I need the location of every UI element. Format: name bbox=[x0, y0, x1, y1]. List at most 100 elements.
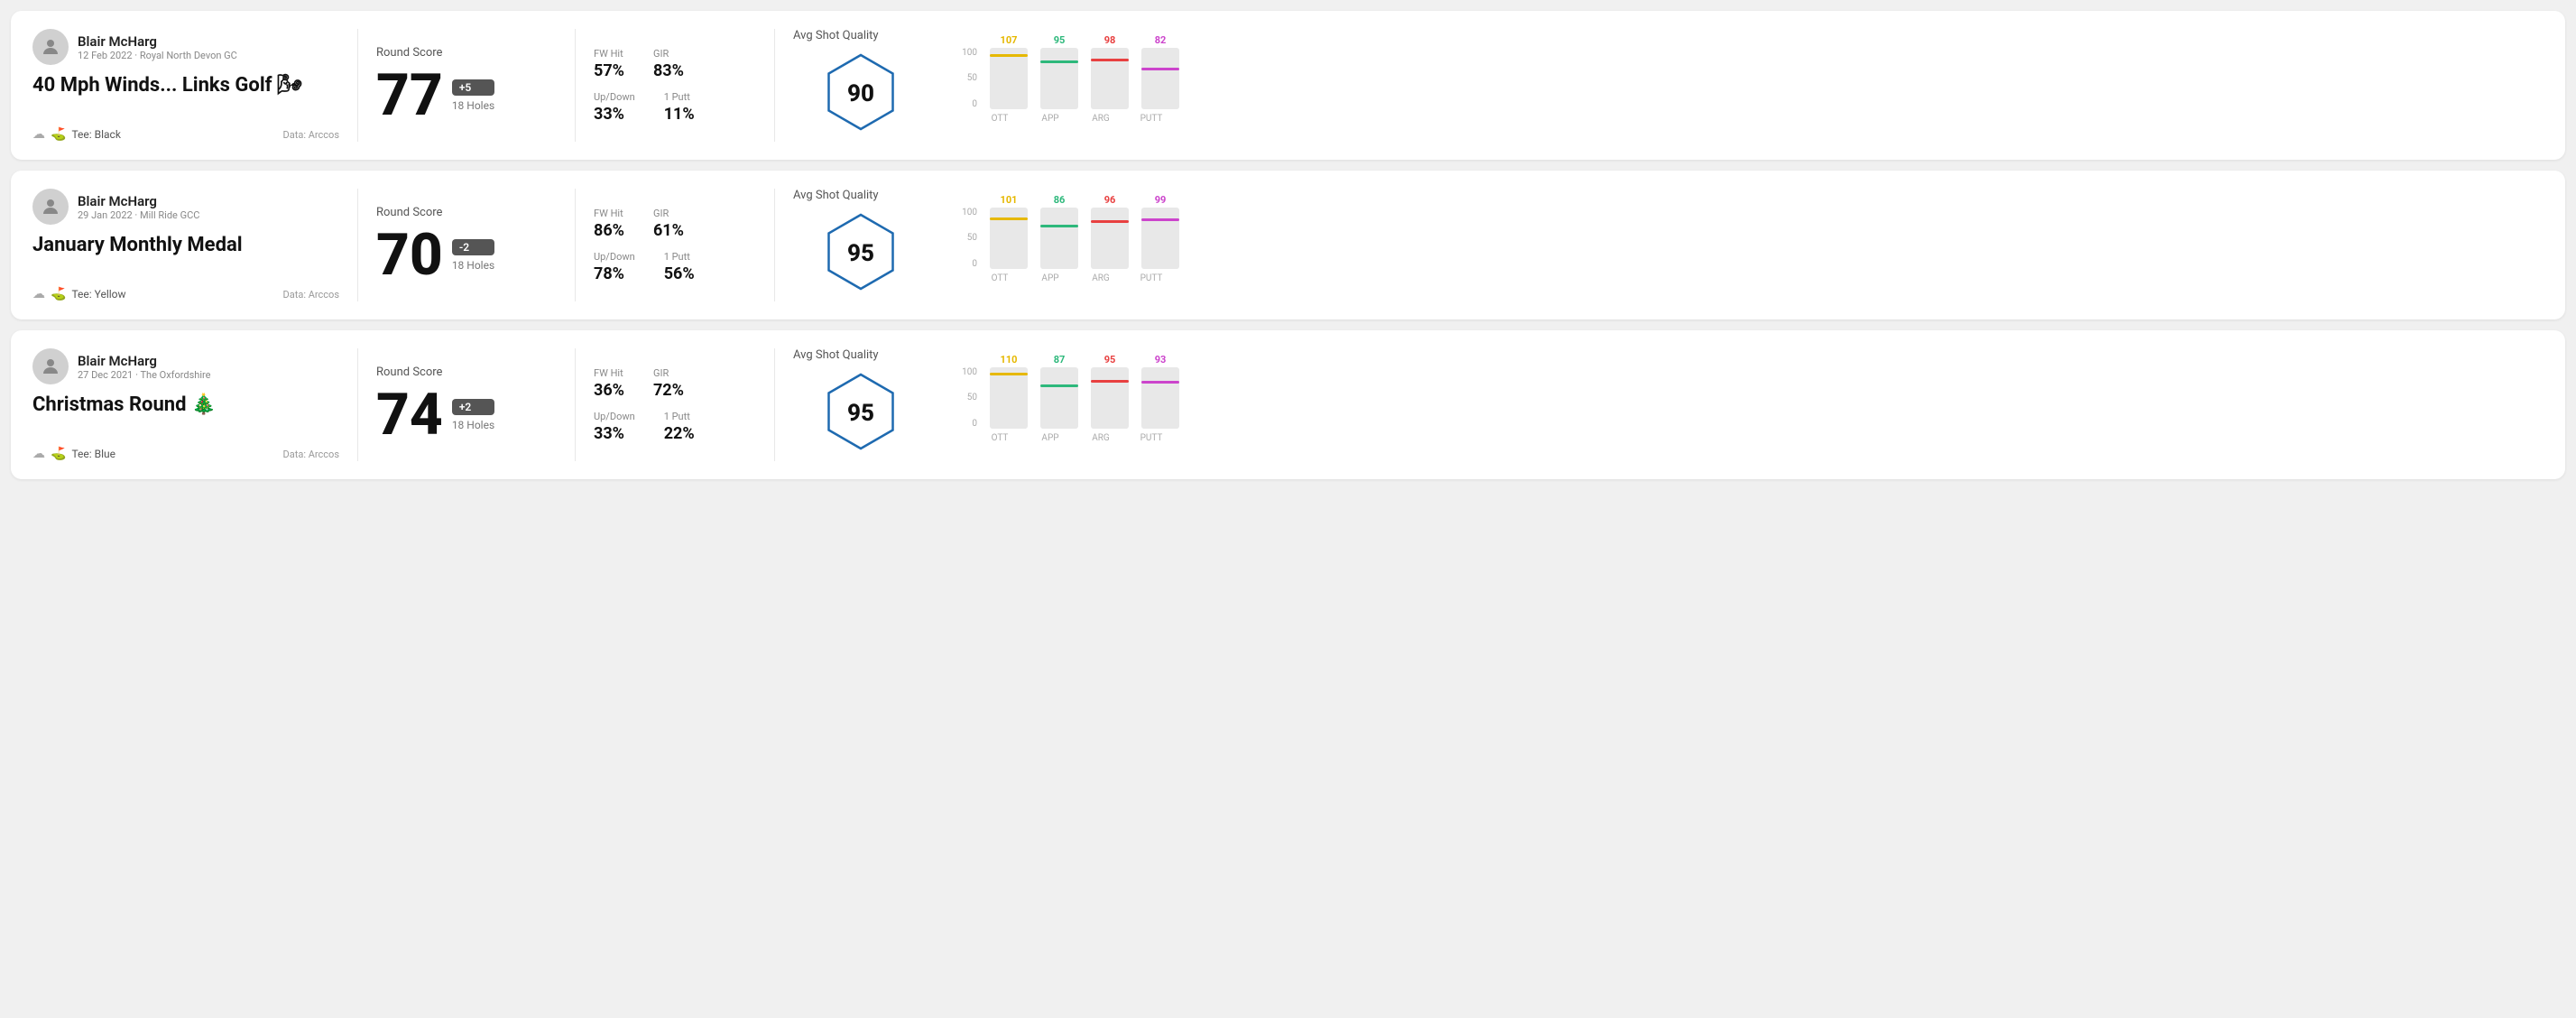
card-left-round3: Blair McHarg 27 Dec 2021 · The Oxfordshi… bbox=[32, 348, 339, 461]
svg-text:95: 95 bbox=[847, 240, 874, 267]
user-info: Blair McHarg 29 Jan 2022 · Mill Ride GCC bbox=[32, 189, 339, 225]
fw-hit-stat: FW Hit 86% bbox=[594, 208, 624, 240]
score-holes: 18 Holes bbox=[452, 419, 494, 431]
stats-row-top: FW Hit 86% GIR 61% bbox=[594, 208, 756, 240]
tee-label: Tee: Blue bbox=[71, 448, 115, 460]
data-source: Data: Arccos bbox=[283, 449, 339, 460]
score-section: Round Score 77 +5 18 Holes bbox=[376, 29, 557, 142]
updown-value: 78% bbox=[594, 264, 635, 283]
score-holes: 18 Holes bbox=[452, 99, 494, 112]
hexagon-container: 95 bbox=[820, 211, 910, 301]
hexagon-container: 90 bbox=[820, 51, 910, 142]
score-badge: -2 bbox=[452, 239, 494, 255]
round-title: Christmas Round 🎄 bbox=[32, 393, 339, 416]
updown-stat: Up/Down 33% bbox=[594, 91, 635, 124]
score-detail: +5 18 Holes bbox=[452, 79, 494, 112]
updown-label: Up/Down bbox=[594, 251, 635, 263]
score-row: 77 +5 18 Holes bbox=[376, 67, 557, 125]
fw-hit-stat: FW Hit 57% bbox=[594, 48, 624, 80]
score-row: 70 -2 18 Holes bbox=[376, 227, 557, 284]
user-meta: 12 Feb 2022 · Royal North Devon GC bbox=[78, 50, 237, 61]
gir-label: GIR bbox=[653, 208, 684, 219]
score-badge: +5 bbox=[452, 79, 494, 96]
stats-section: FW Hit 57% GIR 83% Up/Down 33% 1 Putt 11… bbox=[594, 29, 756, 142]
quality-section: Avg Shot Quality 95 bbox=[793, 348, 937, 461]
bag-icon: ⛳ bbox=[51, 127, 66, 142]
hexagon-container: 95 bbox=[820, 371, 910, 461]
updown-label: Up/Down bbox=[594, 411, 635, 422]
user-name: Blair McHarg bbox=[78, 33, 237, 50]
score-row: 74 +2 18 Holes bbox=[376, 386, 557, 444]
updown-value: 33% bbox=[594, 424, 635, 443]
divider bbox=[357, 348, 358, 461]
divider3 bbox=[774, 348, 775, 461]
fw-hit-value: 86% bbox=[594, 221, 624, 240]
one-putt-stat: 1 Putt 22% bbox=[664, 411, 695, 443]
one-putt-value: 56% bbox=[664, 264, 695, 283]
divider2 bbox=[575, 348, 576, 461]
user-details: Blair McHarg 27 Dec 2021 · The Oxfordshi… bbox=[78, 353, 210, 381]
bag-icon: ⛳ bbox=[51, 447, 66, 461]
gir-stat: GIR 61% bbox=[653, 208, 684, 240]
user-name: Blair McHarg bbox=[78, 353, 210, 369]
gir-value: 72% bbox=[653, 381, 684, 400]
score-label: Round Score bbox=[376, 46, 557, 60]
chart-section: 100 50 0 107 95 98 82 bbox=[937, 29, 2544, 142]
quality-label: Avg Shot Quality bbox=[793, 348, 879, 362]
divider bbox=[357, 189, 358, 301]
one-putt-stat: 1 Putt 11% bbox=[664, 91, 695, 124]
tee-info: ☁ ⛳ Tee: Blue bbox=[32, 447, 115, 461]
svg-text:95: 95 bbox=[847, 400, 874, 427]
tee-info: ☁ ⛳ Tee: Black bbox=[32, 127, 121, 142]
gir-stat: GIR 83% bbox=[653, 48, 684, 80]
round-card-round1: Blair McHarg 12 Feb 2022 · Royal North D… bbox=[11, 11, 2565, 160]
quality-section: Avg Shot Quality 90 bbox=[793, 29, 937, 142]
chart-section: 100 50 0 101 86 96 99 bbox=[937, 189, 2544, 301]
gir-value: 83% bbox=[653, 61, 684, 80]
weather-icon: ☁ bbox=[32, 287, 45, 301]
quality-label: Avg Shot Quality bbox=[793, 189, 879, 202]
avatar bbox=[32, 189, 69, 225]
one-putt-label: 1 Putt bbox=[664, 251, 695, 263]
svg-text:90: 90 bbox=[847, 80, 874, 107]
score-number: 74 bbox=[376, 386, 443, 444]
divider bbox=[357, 29, 358, 142]
stats-row-bottom: Up/Down 33% 1 Putt 22% bbox=[594, 411, 756, 443]
user-meta: 29 Jan 2022 · Mill Ride GCC bbox=[78, 209, 199, 221]
tee-label: Tee: Black bbox=[71, 128, 120, 141]
bag-icon: ⛳ bbox=[51, 287, 66, 301]
tee-info: ☁ ⛳ Tee: Yellow bbox=[32, 287, 126, 301]
card-footer: ☁ ⛳ Tee: Blue Data: Arccos bbox=[32, 447, 339, 461]
fw-hit-label: FW Hit bbox=[594, 48, 624, 60]
chart-section: 100 50 0 110 87 95 93 bbox=[937, 348, 2544, 461]
card-footer: ☁ ⛳ Tee: Black Data: Arccos bbox=[32, 127, 339, 142]
score-section: Round Score 70 -2 18 Holes bbox=[376, 189, 557, 301]
one-putt-value: 22% bbox=[664, 424, 695, 443]
fw-hit-stat: FW Hit 36% bbox=[594, 367, 624, 400]
stats-section: FW Hit 86% GIR 61% Up/Down 78% 1 Putt 56… bbox=[594, 189, 756, 301]
updown-stat: Up/Down 33% bbox=[594, 411, 635, 443]
card-left-round1: Blair McHarg 12 Feb 2022 · Royal North D… bbox=[32, 29, 339, 142]
fw-hit-value: 36% bbox=[594, 381, 624, 400]
updown-label: Up/Down bbox=[594, 91, 635, 103]
gir-stat: GIR 72% bbox=[653, 367, 684, 400]
user-info: Blair McHarg 12 Feb 2022 · Royal North D… bbox=[32, 29, 339, 65]
round-title: January Monthly Medal bbox=[32, 234, 339, 256]
round-title: 40 Mph Winds... Links Golf 🌬 bbox=[32, 74, 339, 97]
divider2 bbox=[575, 29, 576, 142]
fw-hit-label: FW Hit bbox=[594, 367, 624, 379]
one-putt-label: 1 Putt bbox=[664, 91, 695, 103]
gir-label: GIR bbox=[653, 48, 684, 60]
user-details: Blair McHarg 12 Feb 2022 · Royal North D… bbox=[78, 33, 237, 61]
weather-icon: ☁ bbox=[32, 447, 45, 461]
avatar bbox=[32, 29, 69, 65]
divider3 bbox=[774, 189, 775, 301]
data-source: Data: Arccos bbox=[283, 289, 339, 301]
divider2 bbox=[575, 189, 576, 301]
card-left-round2: Blair McHarg 29 Jan 2022 · Mill Ride GCC… bbox=[32, 189, 339, 301]
score-number: 70 bbox=[376, 227, 443, 284]
gir-value: 61% bbox=[653, 221, 684, 240]
stats-row-bottom: Up/Down 33% 1 Putt 11% bbox=[594, 91, 756, 124]
score-holes: 18 Holes bbox=[452, 259, 494, 272]
stats-row-bottom: Up/Down 78% 1 Putt 56% bbox=[594, 251, 756, 283]
